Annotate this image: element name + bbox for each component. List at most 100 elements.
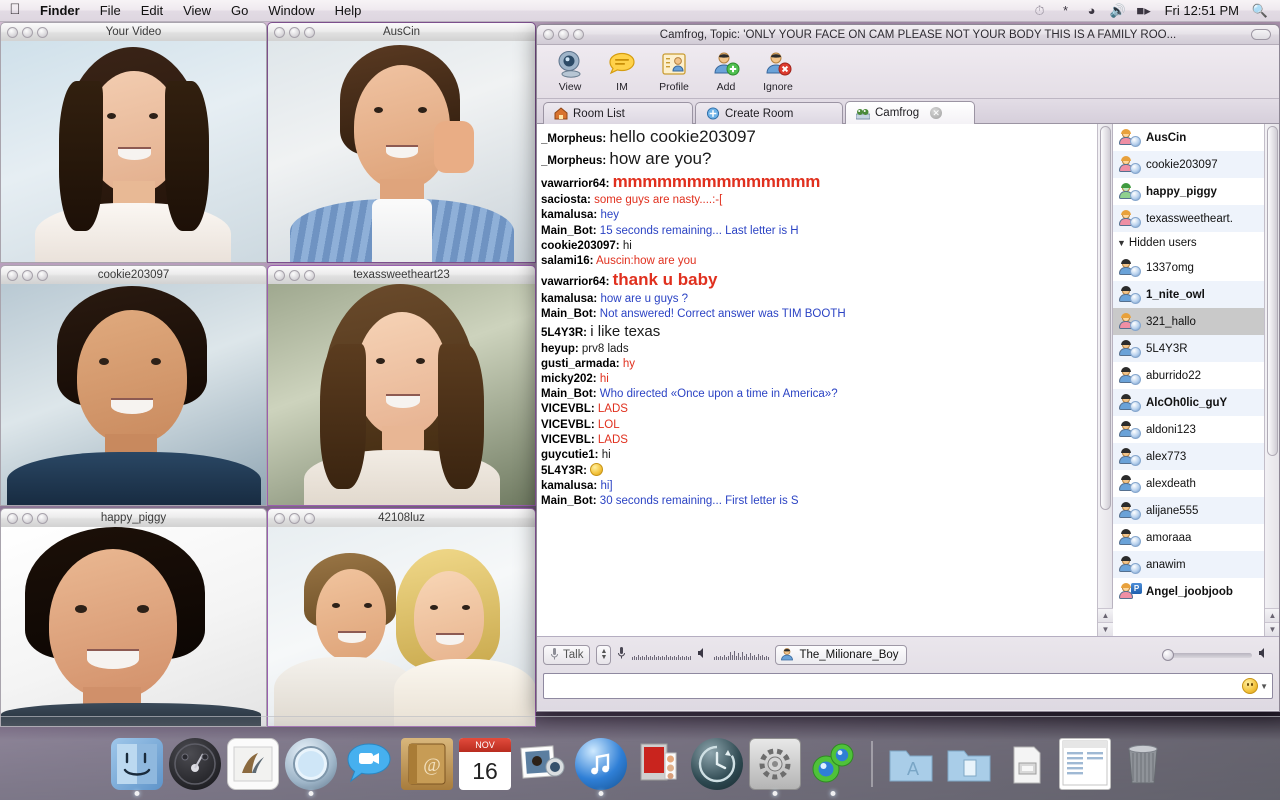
dock-item-itunes[interactable] xyxy=(575,738,627,796)
user-list-item[interactable]: aldoni123 xyxy=(1113,416,1264,443)
close-button[interactable] xyxy=(543,29,554,40)
dock-item-camfrog[interactable] xyxy=(807,738,859,796)
user-list-item[interactable]: AlcOh0lic_guY xyxy=(1113,389,1264,416)
user-list-item[interactable]: 1337omg xyxy=(1113,254,1264,281)
wifi-icon[interactable]: ◕ xyxy=(1080,0,1104,22)
chat-nickname[interactable]: vawarrior64: xyxy=(541,276,609,288)
dock-item-ical[interactable]: NOV 16 xyxy=(459,738,511,790)
menu-bar-clock[interactable]: Fri 12:51 PM xyxy=(1158,0,1246,22)
video-window-cookie203097[interactable]: cookie203097 xyxy=(0,265,267,506)
chat-nickname[interactable]: kamalusa: xyxy=(541,480,597,492)
close-button[interactable] xyxy=(274,269,285,281)
toolbar-button-im[interactable]: IM xyxy=(597,48,647,93)
minimize-button[interactable] xyxy=(289,269,300,281)
volume-icon[interactable]: 🔊 xyxy=(1106,0,1130,22)
toolbar-button-profile[interactable]: Profile xyxy=(649,48,699,93)
apple-menu-icon[interactable]:  xyxy=(0,2,30,19)
chat-scrollbar-thumb[interactable] xyxy=(1100,126,1111,510)
user-list-item[interactable]: anawim xyxy=(1113,551,1264,578)
chat-nickname[interactable]: micky202: xyxy=(541,373,597,385)
zoom-button[interactable] xyxy=(37,512,48,524)
timemachine-icon[interactable]: ⏱ xyxy=(1028,0,1052,22)
window-controls[interactable] xyxy=(1,512,48,524)
message-input-row[interactable]: ▼ xyxy=(543,673,1273,699)
video-window-auscin[interactable]: AusCin xyxy=(267,22,536,263)
tab-room-list[interactable]: Room List xyxy=(543,102,693,124)
tab-camfrog[interactable]: Camfrog ✕ xyxy=(845,101,975,124)
chat-nickname[interactable]: Main_Bot: xyxy=(541,388,597,400)
zoom-button[interactable] xyxy=(304,269,315,281)
dock-item-applications-folder[interactable]: A xyxy=(885,738,937,790)
chat-nickname[interactable]: kamalusa: xyxy=(541,209,597,221)
chat-nickname[interactable]: Main_Bot: xyxy=(541,308,597,320)
chat-nickname[interactable]: VICEVBL: xyxy=(541,403,595,415)
toolbar-button-view[interactable]: View xyxy=(545,48,595,93)
dock-item-downloads-stack[interactable] xyxy=(1001,738,1053,790)
video-window-your-video[interactable]: Your Video xyxy=(0,22,267,263)
video-titlebar[interactable]: texassweetheart23 xyxy=(267,265,536,284)
toolbar-toggle-button[interactable] xyxy=(1251,29,1271,40)
tab-create-room[interactable]: Create Room xyxy=(695,102,843,124)
chat-nickname[interactable]: heyup: xyxy=(541,343,579,355)
volume-track[interactable] xyxy=(1162,648,1252,661)
dock-item-dashboard[interactable] xyxy=(169,738,221,790)
smiley-icon[interactable] xyxy=(1242,678,1259,694)
message-input[interactable] xyxy=(548,679,1242,693)
bluetooth-icon[interactable]: * xyxy=(1054,0,1078,22)
close-button[interactable] xyxy=(7,512,18,524)
chat-nickname[interactable]: kamalusa: xyxy=(541,293,597,305)
scroll-down-arrow[interactable]: ▼ xyxy=(1265,622,1279,636)
chat-nickname[interactable]: VICEVBL: xyxy=(541,419,595,431)
close-button[interactable] xyxy=(7,269,18,281)
dock-item-safari[interactable] xyxy=(285,738,337,796)
window-controls[interactable] xyxy=(1,26,48,38)
talk-button[interactable]: Talk xyxy=(543,645,591,665)
minimize-button[interactable] xyxy=(22,269,33,281)
volume-slider[interactable] xyxy=(1162,646,1273,664)
user-list-item[interactable]: aburrido22 xyxy=(1113,362,1264,389)
video-window-happy-piggy[interactable]: happy_piggy xyxy=(0,508,267,727)
minimize-button[interactable] xyxy=(558,29,569,40)
minimize-button[interactable] xyxy=(22,26,33,38)
chat-nickname[interactable]: VICEVBL: xyxy=(541,434,595,446)
dock-item-system-preferences[interactable] xyxy=(749,738,801,796)
toolbar-button-add[interactable]: Add xyxy=(701,48,751,93)
user-list-item[interactable]: 321_hallo xyxy=(1113,308,1264,335)
dock-item-photo-booth[interactable] xyxy=(633,738,685,790)
zoom-button[interactable] xyxy=(37,26,48,38)
dock-item-mail[interactable] xyxy=(227,738,279,790)
video-titlebar[interactable]: 42108luz xyxy=(267,508,536,527)
user-list-scrollbar-thumb[interactable] xyxy=(1267,126,1278,456)
dock-item-trash[interactable] xyxy=(1117,738,1169,790)
dock-item-iphoto[interactable] xyxy=(517,738,569,790)
tab-close-icon[interactable]: ✕ xyxy=(930,107,943,119)
dock-item-ichat[interactable] xyxy=(343,738,395,790)
menu-item-go[interactable]: Go xyxy=(221,0,258,22)
user-group-header-hidden-users[interactable]: ▼ Hidden users xyxy=(1113,232,1264,254)
chat-nickname[interactable]: gusti_armada: xyxy=(541,358,620,370)
chat-scrollbar[interactable]: ▲ ▼ xyxy=(1097,124,1113,636)
talk-mode-stepper[interactable]: ▲ ▼ xyxy=(596,645,612,665)
user-list-item[interactable]: 5L4Y3R xyxy=(1113,335,1264,362)
chat-nickname[interactable]: cookie203097: xyxy=(541,240,620,252)
user-list-item[interactable]: 1_nite_owl xyxy=(1113,281,1264,308)
minimize-button[interactable] xyxy=(22,512,33,524)
user-list-item[interactable]: AusCin xyxy=(1113,124,1264,151)
video-titlebar[interactable]: cookie203097 xyxy=(0,265,267,284)
chevron-down-icon[interactable]: ▼ xyxy=(1117,238,1126,248)
window-controls[interactable] xyxy=(268,269,315,281)
zoom-button[interactable] xyxy=(573,29,584,40)
scroll-up-arrow[interactable]: ▲ xyxy=(1265,608,1279,622)
toolbar-button-ignore[interactable]: Ignore xyxy=(753,48,803,93)
chat-nickname[interactable]: guycutie1: xyxy=(541,449,599,461)
dock-item-time-machine[interactable] xyxy=(691,738,743,790)
user-list-item[interactable]: alexdeath xyxy=(1113,470,1264,497)
chat-log[interactable]: _Morpheus: hello cookie203097 _Morpheus: … xyxy=(537,124,1097,636)
minimize-button[interactable] xyxy=(289,512,300,524)
window-controls[interactable] xyxy=(1,269,48,281)
chat-nickname[interactable]: Main_Bot: xyxy=(541,495,597,507)
camfrog-titlebar[interactable]: Camfrog, Topic: 'ONLY YOUR FACE ON CAM P… xyxy=(537,25,1279,45)
chat-nickname[interactable]: saciosta: xyxy=(541,194,591,206)
menu-item-edit[interactable]: Edit xyxy=(131,0,173,22)
dock-item-document-window[interactable] xyxy=(1059,738,1111,790)
